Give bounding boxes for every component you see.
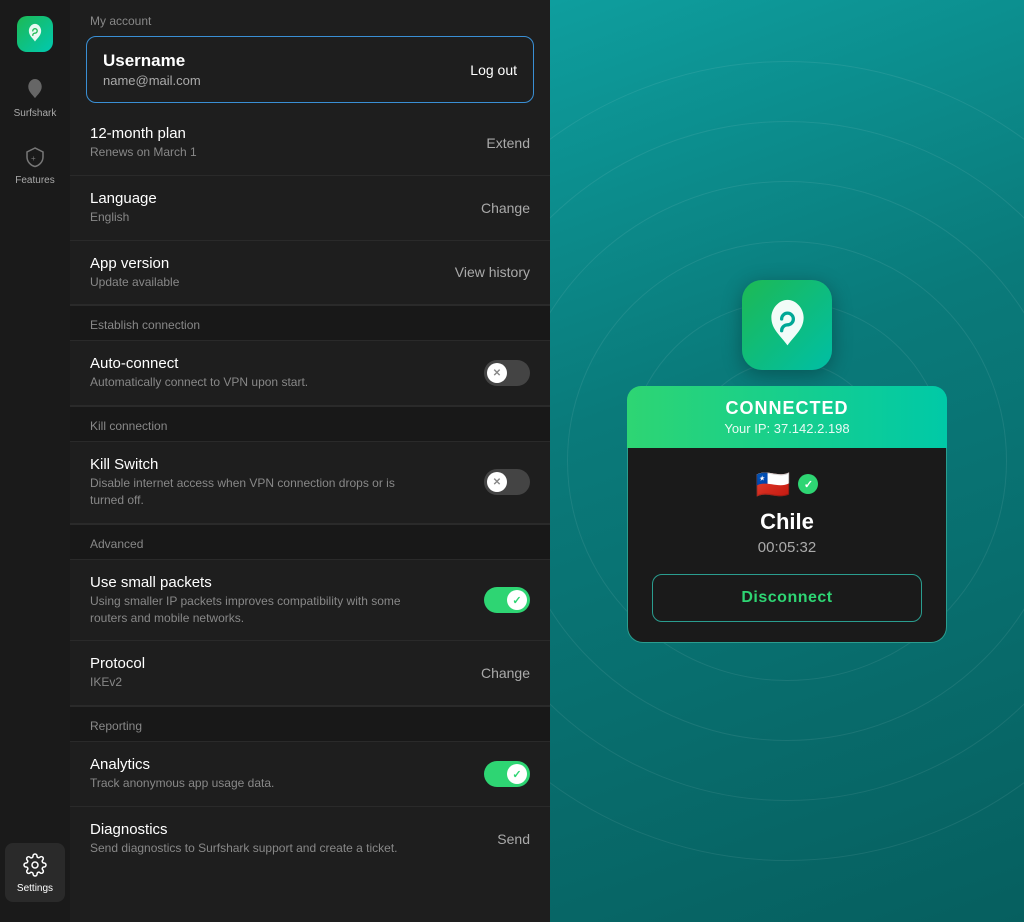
protocol-row[interactable]: Protocol IKEv2 Change (70, 641, 550, 706)
small-packets-toggle[interactable]: ✓ (484, 587, 530, 613)
advanced-section: Advanced (70, 524, 550, 560)
auto-connect-toggle[interactable]: ✕ (484, 360, 530, 386)
plan-info: 12-month plan Renews on March 1 (90, 125, 197, 161)
small-packets-subtitle: Using smaller IP packets improves compat… (90, 593, 430, 627)
kill-switch-info: Kill Switch Disable internet access when… (90, 456, 430, 509)
reporting-label: Reporting (90, 719, 142, 733)
protocol-action[interactable]: Change (481, 665, 530, 681)
auto-connect-row[interactable]: Auto-connect Automatically connect to VP… (70, 341, 550, 406)
diagnostics-row[interactable]: Diagnostics Send diagnostics to Surfshar… (70, 807, 550, 871)
kill-switch-title: Kill Switch (90, 456, 430, 473)
surfshark-logo[interactable] (17, 16, 53, 52)
language-action[interactable]: Change (481, 200, 530, 216)
account-section-label: My account (70, 0, 550, 36)
kill-switch-subtitle: Disable internet access when VPN connect… (90, 475, 430, 509)
language-title: Language (90, 190, 157, 207)
establish-connection-label: Establish connection (90, 318, 200, 332)
small-packets-info: Use small packets Using smaller IP packe… (90, 574, 430, 627)
flag-row: 🇨🇱 ✓ (756, 468, 819, 501)
logout-button[interactable]: Log out (470, 62, 517, 78)
protocol-subtitle: IKEv2 (90, 674, 145, 691)
app-version-action[interactable]: View history (455, 264, 530, 280)
connected-status: CONNECTED (657, 398, 917, 419)
gear-icon (21, 851, 49, 879)
sidebar-item-surfshark[interactable]: Surfshark (5, 68, 65, 127)
kill-switch-toggle[interactable]: ✕ (484, 469, 530, 495)
diagnostics-title: Diagnostics (90, 821, 398, 838)
connection-card: 🇨🇱 ✓ Chile 00:05:32 Disconnect (627, 448, 947, 643)
reporting-section: Reporting (70, 706, 550, 742)
diagnostics-info: Diagnostics Send diagnostics to Surfshar… (90, 821, 398, 857)
kill-connection-section: Kill connection (70, 406, 550, 442)
app-version-row[interactable]: App version Update available View histor… (70, 241, 550, 306)
small-packets-knob: ✓ (507, 590, 527, 610)
country-name: Chile (760, 509, 814, 535)
account-card[interactable]: Username name@mail.com Log out (86, 36, 534, 103)
analytics-title: Analytics (90, 756, 274, 773)
language-row[interactable]: Language English Change (70, 176, 550, 241)
app-version-title: App version (90, 255, 179, 272)
small-packets-title: Use small packets (90, 574, 430, 591)
sidebar-item-features[interactable]: + Features (5, 135, 65, 194)
language-info: Language English (90, 190, 157, 226)
kill-switch-knob: ✕ (487, 472, 507, 492)
svg-text:+: + (31, 154, 36, 163)
sidebar-item-settings[interactable]: Settings (5, 843, 65, 902)
auto-connect-title: Auto-connect (90, 355, 308, 372)
small-packets-row[interactable]: Use small packets Using smaller IP packe… (70, 560, 550, 642)
analytics-subtitle: Track anonymous app usage data. (90, 775, 274, 792)
sidebar: Surfshark + Features Settings (0, 0, 70, 922)
sidebar-item-label-surfshark: Surfshark (14, 108, 57, 119)
disconnect-button[interactable]: Disconnect (652, 574, 922, 622)
auto-connect-knob: ✕ (487, 363, 507, 383)
kill-connection-label: Kill connection (90, 419, 167, 433)
account-info: Username name@mail.com (103, 51, 201, 88)
plan-title: 12-month plan (90, 125, 197, 142)
plan-row[interactable]: 12-month plan Renews on March 1 Extend (70, 111, 550, 176)
verified-badge: ✓ (798, 474, 818, 494)
establish-connection-section: Establish connection (70, 305, 550, 341)
analytics-row[interactable]: Analytics Track anonymous app usage data… (70, 742, 550, 807)
plan-subtitle: Renews on March 1 (90, 144, 197, 161)
language-subtitle: English (90, 209, 157, 226)
app-version-subtitle: Update available (90, 274, 179, 291)
analytics-knob: ✓ (507, 764, 527, 784)
sidebar-item-label-settings: Settings (17, 883, 53, 894)
plan-action[interactable]: Extend (486, 135, 530, 151)
protocol-info: Protocol IKEv2 (90, 655, 145, 691)
connected-banner: CONNECTED Your IP: 37.142.2.198 (627, 386, 947, 448)
connection-timer: 00:05:32 (758, 539, 816, 556)
auto-connect-info: Auto-connect Automatically connect to VP… (90, 355, 308, 391)
vpn-logo (742, 280, 832, 370)
analytics-toggle[interactable]: ✓ (484, 761, 530, 787)
analytics-info: Analytics Track anonymous app usage data… (90, 756, 274, 792)
protocol-title: Protocol (90, 655, 145, 672)
vpn-ip: Your IP: 37.142.2.198 (657, 421, 917, 436)
diagnostics-action[interactable]: Send (497, 831, 530, 847)
diagnostics-subtitle: Send diagnostics to Surfshark support an… (90, 840, 398, 857)
account-username: Username (103, 51, 201, 71)
kill-switch-row[interactable]: Kill Switch Disable internet access when… (70, 442, 550, 524)
shield-icon: + (21, 143, 49, 171)
auto-connect-subtitle: Automatically connect to VPN upon start. (90, 374, 308, 391)
surfshark-icon (21, 76, 49, 104)
advanced-label: Advanced (90, 537, 143, 551)
vpn-panel: CONNECTED Your IP: 37.142.2.198 🇨🇱 ✓ Chi… (550, 0, 1024, 922)
account-email: name@mail.com (103, 73, 201, 88)
country-flag: 🇨🇱 (756, 468, 791, 501)
settings-panel: My account Username name@mail.com Log ou… (70, 0, 550, 922)
app-version-info: App version Update available (90, 255, 179, 291)
vpn-card: CONNECTED Your IP: 37.142.2.198 🇨🇱 ✓ Chi… (627, 280, 947, 643)
sidebar-item-label-features: Features (15, 175, 54, 186)
